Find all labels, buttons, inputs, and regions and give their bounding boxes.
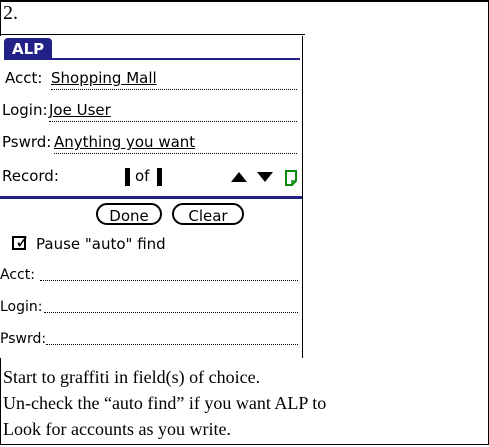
search-pswrd-label: Pswrd: — [0, 331, 47, 347]
pswrd-field-row[interactable]: Pswrd: Anything you want — [2, 130, 297, 154]
acct-value: Shopping Mall — [51, 69, 157, 87]
form-separator — [0, 196, 302, 199]
search-pswrd-field[interactable] — [46, 344, 298, 345]
acct-field-row[interactable]: Acct: Shopping Mall — [5, 66, 297, 90]
done-button[interactable]: Done — [96, 203, 162, 225]
search-login-field[interactable] — [44, 312, 298, 313]
checkmark-icon: ✓ — [15, 232, 31, 253]
app-title[interactable]: ALP 1.9 — [4, 38, 53, 80]
search-login-label: Login: — [0, 299, 43, 315]
note-icon[interactable] — [284, 170, 298, 186]
search-acct-row[interactable]: Acct: — [0, 262, 300, 288]
arrow-up-icon[interactable] — [231, 172, 247, 182]
caption-line-3: Look for accounts as you write. — [3, 419, 231, 439]
caption-line-2: Un-check the “auto find” if you want ALP… — [3, 393, 327, 413]
search-login-row[interactable]: Login: — [0, 294, 300, 320]
record-current-box[interactable] — [125, 168, 130, 186]
pswrd-field[interactable]: Anything you want — [54, 130, 297, 154]
login-value: Joe User — [49, 101, 111, 119]
record-row: Record: of — [2, 163, 299, 189]
step-divider — [0, 34, 305, 35]
search-acct-field[interactable] — [40, 280, 298, 281]
arrow-down-icon[interactable] — [257, 172, 273, 182]
title-underline — [4, 58, 300, 60]
pause-checkbox-label: Pause "auto" find — [36, 235, 166, 253]
login-field[interactable]: Joe User — [49, 98, 297, 122]
pause-checkbox[interactable]: ✓ — [12, 232, 30, 253]
record-total-box — [157, 168, 162, 186]
acct-label: Acct: — [5, 69, 43, 87]
step-number: 2. — [3, 2, 18, 24]
clear-button[interactable]: Clear — [172, 203, 244, 225]
acct-field[interactable]: Shopping Mall — [51, 66, 297, 90]
search-acct-label: Acct: — [0, 267, 35, 283]
record-of: of — [135, 167, 150, 185]
record-label: Record: — [2, 167, 59, 185]
pswrd-label: Pswrd: — [2, 133, 52, 151]
caption-line-1: Start to graffiti in field(s) of choice. — [3, 367, 261, 387]
search-pswrd-row[interactable]: Pswrd: — [0, 326, 300, 352]
palm-screen: ALP 1.9 Acct: Shopping Mall Login: Joe U… — [0, 36, 303, 358]
login-label: Login: — [2, 101, 48, 119]
login-field-row[interactable]: Login: Joe User — [2, 98, 297, 122]
pswrd-value: Anything you want — [54, 133, 196, 151]
